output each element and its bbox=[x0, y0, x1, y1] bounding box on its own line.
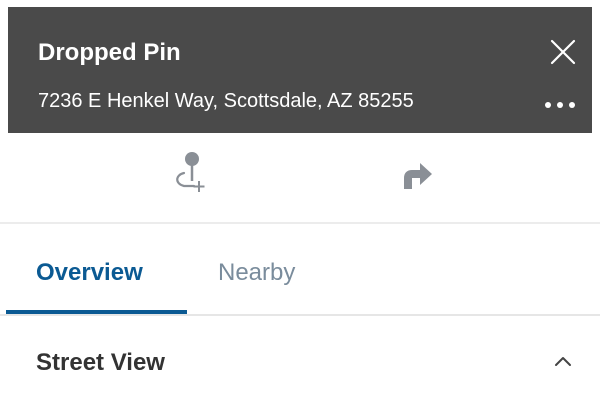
close-button[interactable] bbox=[548, 37, 578, 67]
add-pin-icon bbox=[176, 152, 205, 192]
directions-button[interactable] bbox=[396, 157, 436, 193]
tab-nearby[interactable]: Nearby bbox=[218, 258, 295, 288]
location-panel: Dropped Pin 7236 E Henkel Way, Scottsdal… bbox=[0, 0, 600, 401]
more-options-button[interactable] bbox=[540, 91, 580, 115]
add-pin-button[interactable] bbox=[172, 151, 212, 197]
street-view-section-header[interactable]: Street View bbox=[0, 316, 600, 401]
section-title: Street View bbox=[36, 349, 165, 376]
directions-icon bbox=[404, 163, 432, 189]
location-title: Dropped Pin bbox=[38, 39, 181, 66]
close-icon bbox=[550, 39, 576, 65]
action-bar bbox=[0, 133, 600, 223]
tab-overview[interactable]: Overview bbox=[36, 258, 143, 288]
location-address: 7236 E Henkel Way, Scottsdale, AZ 85255 bbox=[38, 90, 414, 112]
location-header: Dropped Pin 7236 E Henkel Way, Scottsdal… bbox=[8, 7, 592, 133]
more-horizontal-icon bbox=[545, 102, 575, 108]
tab-bar: Overview Nearby bbox=[0, 224, 600, 318]
chevron-up-icon[interactable] bbox=[554, 354, 572, 368]
